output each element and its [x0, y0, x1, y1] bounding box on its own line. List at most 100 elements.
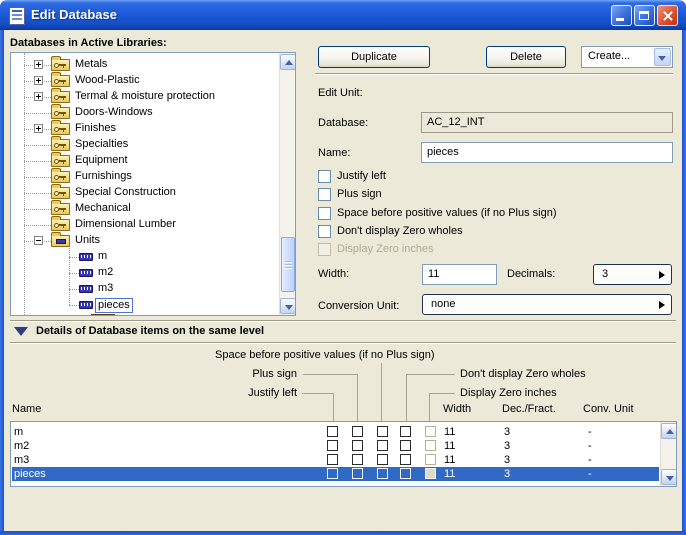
tree-item-wood-plastic[interactable]: Wood-Plastic [11, 72, 276, 89]
expand-plus-icon[interactable] [34, 92, 43, 101]
window-border-bottom [0, 531, 686, 535]
tree-item-label: Equipment [75, 154, 128, 166]
name-field[interactable]: pieces [421, 142, 673, 163]
expand-plus-icon[interactable] [34, 60, 43, 69]
cell-checkbox[interactable] [377, 468, 388, 479]
details-table: m 11 3 - m2 11 3 - m3 11 3 - pieces 11 3 - [10, 421, 677, 487]
conversion-unit-popup[interactable]: none [422, 294, 672, 315]
window-icon [9, 7, 25, 25]
tree-item-m[interactable]: m [11, 249, 276, 265]
collapse-minus-icon[interactable] [34, 236, 43, 245]
database-folder-icon [51, 168, 70, 183]
title-bar[interactable]: Edit Database [0, 0, 686, 30]
minimize-button[interactable] [611, 5, 632, 26]
arrow-down-icon [285, 305, 293, 310]
callout-line [429, 393, 455, 394]
cell-checkbox[interactable] [377, 440, 388, 451]
tree-item-m3[interactable]: m3 [11, 281, 276, 297]
cell-checkbox [425, 468, 436, 479]
cell-checkbox[interactable] [377, 426, 388, 437]
expand-plus-icon[interactable] [34, 124, 43, 133]
tree-item-label: Units [75, 234, 101, 246]
cell-dec-fract: 3 [504, 454, 511, 466]
tree-item-m2[interactable]: m2 [11, 265, 276, 281]
cell-checkbox[interactable] [400, 454, 411, 465]
tree-scroll-thumb[interactable] [281, 237, 295, 292]
tree-scrollbar[interactable] [279, 53, 295, 315]
cell-conv-unit: - [588, 440, 592, 452]
units-folder-icon [51, 232, 70, 247]
table-scroll-up-button[interactable] [661, 423, 676, 439]
delete-button[interactable]: Delete [486, 46, 566, 68]
tree-item-label: Wood-Plastic [75, 74, 140, 86]
table-row-m[interactable]: m 11 3 - [11, 425, 676, 439]
cell-checkbox[interactable] [352, 468, 363, 479]
create-dropdown-button[interactable] [654, 48, 671, 66]
checkbox-justify-left[interactable] [318, 170, 331, 183]
details-collapse-icon[interactable] [14, 327, 28, 336]
tree-item-label: m3 [98, 282, 114, 294]
table-scroll-down-button[interactable] [661, 469, 676, 485]
tree-item-mechanical[interactable]: Mechanical [11, 200, 276, 217]
checkbox-plus-sign[interactable] [318, 188, 331, 201]
cell-name: pieces [14, 468, 46, 480]
cell-checkbox[interactable] [327, 426, 338, 437]
table-scrollbar[interactable] [660, 422, 676, 486]
unit-ruler-icon [79, 269, 93, 277]
tree-connector-line [24, 113, 53, 114]
tree-item-label: m [98, 250, 108, 262]
tree-item-equipment[interactable]: Equipment [11, 152, 276, 169]
decimals-popup[interactable]: 3 [593, 264, 672, 285]
cell-checkbox[interactable] [327, 468, 338, 479]
tree-item-units[interactable]: Units [11, 232, 276, 249]
tree-item-label: Furnishings [75, 170, 132, 182]
tree-scroll-up-button[interactable] [280, 54, 295, 70]
checkbox-don-t-display-zero-wholes[interactable] [318, 225, 331, 238]
cell-checkbox[interactable] [327, 454, 338, 465]
table-row-m2[interactable]: m2 11 3 - [11, 439, 676, 453]
maximize-button[interactable] [634, 5, 655, 26]
width-field[interactable]: 11 [422, 264, 497, 285]
tree-item-dimensional-lumber[interactable]: Dimensional Lumber [11, 216, 276, 233]
cell-checkbox[interactable] [352, 426, 363, 437]
tree-scroll-down-button[interactable] [280, 298, 295, 314]
tree-item-finishes[interactable]: Finishes [11, 120, 276, 137]
cell-name: m [14, 426, 24, 438]
tree-item-doors-windows[interactable]: Doors-Windows [11, 104, 276, 121]
window-title: Edit Database [31, 7, 117, 22]
cell-checkbox[interactable] [400, 468, 411, 479]
cell-checkbox[interactable] [327, 440, 338, 451]
cell-checkbox [425, 426, 436, 437]
conversion-unit-label: Conversion Unit: [318, 300, 400, 312]
cell-checkbox[interactable] [352, 454, 363, 465]
cell-checkbox[interactable] [400, 426, 411, 437]
tree-item-pieces[interactable]: pieces [11, 297, 276, 313]
minimize-icon [616, 18, 624, 21]
callout-line [333, 393, 334, 421]
tree-connector-line [24, 161, 53, 162]
callout-line [303, 374, 358, 375]
callout-plus-sign: Plus sign [252, 368, 297, 380]
tree-item-label: Doors-Windows [75, 106, 153, 118]
window-border-left [0, 0, 4, 535]
tree-item-furnishings[interactable]: Furnishings [11, 168, 276, 185]
tree-item-specialties[interactable]: Specialties [11, 136, 276, 153]
checkbox-space-before-positive-values-if-no-plus-sign-[interactable] [318, 207, 331, 220]
checkbox-label: Display Zero inches [337, 243, 434, 255]
tree-item-metals[interactable]: Metals [11, 56, 276, 73]
unit-ruler-icon [79, 253, 93, 261]
cell-checkbox[interactable] [352, 440, 363, 451]
duplicate-button[interactable]: Duplicate [318, 46, 430, 68]
create-dropdown[interactable]: Create... [581, 46, 673, 68]
tree-item-roofmaker-2-1[interactable]: RoofMaker 2.1 [11, 313, 276, 315]
expand-plus-icon[interactable] [34, 76, 43, 85]
callout-line [406, 374, 455, 375]
cell-checkbox[interactable] [400, 440, 411, 451]
table-row-m3[interactable]: m3 11 3 - [11, 453, 676, 467]
tree-item-label: m2 [98, 266, 114, 278]
tree-item-termal-moisture-protection[interactable]: Termal & moisture protection [11, 88, 276, 105]
tree-item-special-construction[interactable]: Special Construction [11, 184, 276, 201]
table-row-pieces[interactable]: pieces 11 3 - [11, 467, 676, 481]
close-button[interactable] [657, 5, 678, 26]
cell-checkbox[interactable] [377, 454, 388, 465]
